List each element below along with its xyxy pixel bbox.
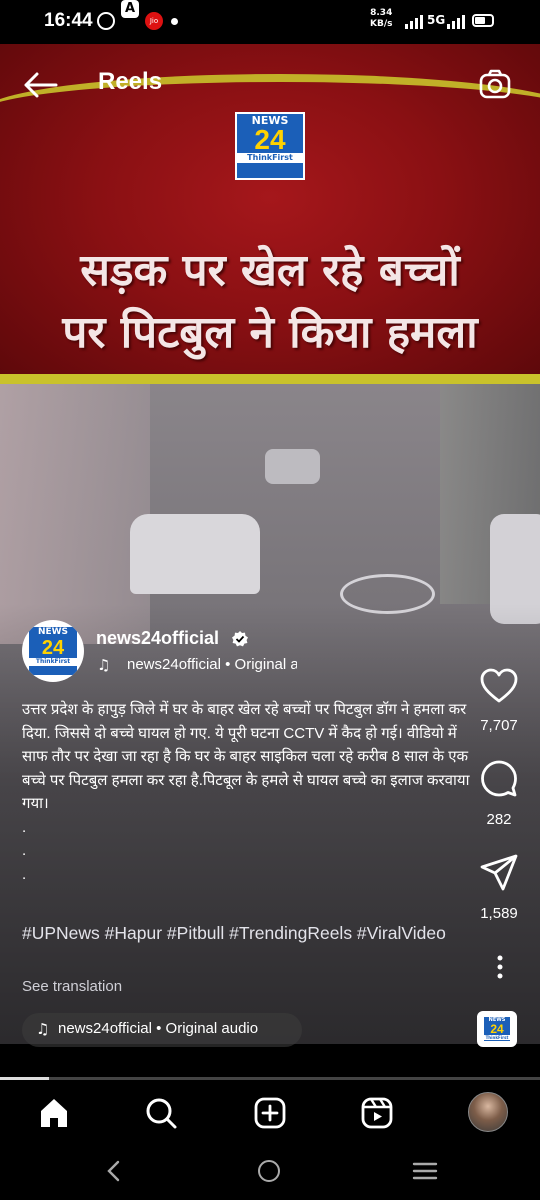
news24-logo: NEWS 24 ThinkFirst (235, 112, 305, 180)
footage-car-far (265, 449, 320, 484)
system-navigation-bar (0, 1145, 540, 1200)
author-avatar[interactable]: NEWS 24 ThinkFirst (22, 620, 84, 682)
reel-video[interactable]: NEWS 24 ThinkFirst सड़क पर खेल रहे बच्चो… (0, 44, 540, 1044)
profile-avatar[interactable] (468, 1092, 508, 1132)
avatar-news24-logo: NEWS 24 ThinkFirst (27, 625, 79, 677)
back-arrow-icon[interactable] (22, 70, 58, 100)
see-translation-link[interactable]: See translation (22, 978, 122, 995)
heart-icon[interactable] (479, 666, 519, 706)
music-note-icon: ♫ (36, 1020, 50, 1038)
video-headline-line2: पर पिटबुल ने किया हमला (62, 307, 478, 358)
system-recents-icon[interactable] (412, 1161, 438, 1181)
original-audio-pill[interactable]: ♫ news24official • Original audio (22, 1013, 302, 1047)
share-icon[interactable] (479, 852, 519, 892)
reel-caption[interactable]: उत्तर प्रदेश के हापुड़ जिले में घर के बा… (22, 698, 470, 886)
network-speed-value: 8.34 (370, 8, 393, 18)
reels-icon[interactable] (360, 1096, 394, 1130)
bottom-navigation (0, 1080, 540, 1145)
avatar-logo-line3: ThinkFirst (29, 658, 77, 666)
audio-thumbnail[interactable]: NEWS 24 ThinkFirst (477, 1011, 517, 1047)
home-icon[interactable] (37, 1096, 71, 1130)
thumb-logo-line2: 24 (490, 1022, 504, 1036)
notification-dot-icon (171, 18, 178, 25)
video-headline-line1: सड़क पर खेल रहे बच्चों (80, 245, 460, 296)
app-a-icon: A (121, 0, 139, 18)
comment-count: 282 (486, 811, 512, 828)
caption-dot: . (22, 818, 27, 836)
footage-car-white (130, 514, 260, 594)
search-icon[interactable] (144, 1096, 178, 1130)
music-note-icon: ♫ (97, 656, 111, 674)
share-count: 1,589 (480, 905, 518, 922)
logo-line2: 24 (254, 124, 286, 155)
caption-text: उत्तर प्रदेश के हापुड़ जिले में घर के बा… (22, 701, 470, 812)
create-icon[interactable] (253, 1096, 287, 1130)
signal-icon-2 (447, 13, 465, 29)
like-count: 7,707 (480, 717, 518, 734)
status-bar: 16:44 A Jio 8.34 KB/s 5G (0, 0, 540, 44)
caption-hashtags[interactable]: #UPNews #Hapur #Pitbull #TrendingReels #… (22, 922, 462, 945)
system-back-icon[interactable] (102, 1159, 126, 1183)
banner-stripe (0, 374, 540, 384)
system-home-icon[interactable] (258, 1160, 280, 1182)
audio-thumb-news24-logo: NEWS 24 ThinkFirst (482, 1015, 512, 1043)
network-type: 5G (427, 13, 446, 27)
logo-line3: ThinkFirst (237, 153, 303, 163)
battery-icon (472, 14, 494, 27)
author-audio-line[interactable]: news24official • Original audio (127, 656, 297, 673)
more-options-icon[interactable] (496, 955, 504, 979)
network-speed-unit: KB/s (370, 19, 393, 29)
verified-badge-icon (232, 631, 248, 647)
original-audio-label: news24official • Original audio (58, 1020, 259, 1037)
signal-icon (405, 13, 423, 29)
page-title: Reels (98, 68, 163, 95)
comment-icon[interactable] (479, 758, 519, 798)
caption-dot: . (22, 842, 27, 859)
camera-icon[interactable] (479, 68, 511, 100)
status-time: 16:44 (44, 10, 93, 31)
network-speed: 8.34 KB/s (370, 8, 392, 30)
thumb-logo-line3: ThinkFirst (484, 1035, 510, 1040)
author-username[interactable]: news24official (96, 628, 219, 649)
jio-icon: Jio (145, 12, 163, 30)
avatar-logo-line2: 24 (41, 637, 65, 659)
caption-dot: . (22, 865, 27, 883)
whatsapp-icon (97, 12, 115, 30)
